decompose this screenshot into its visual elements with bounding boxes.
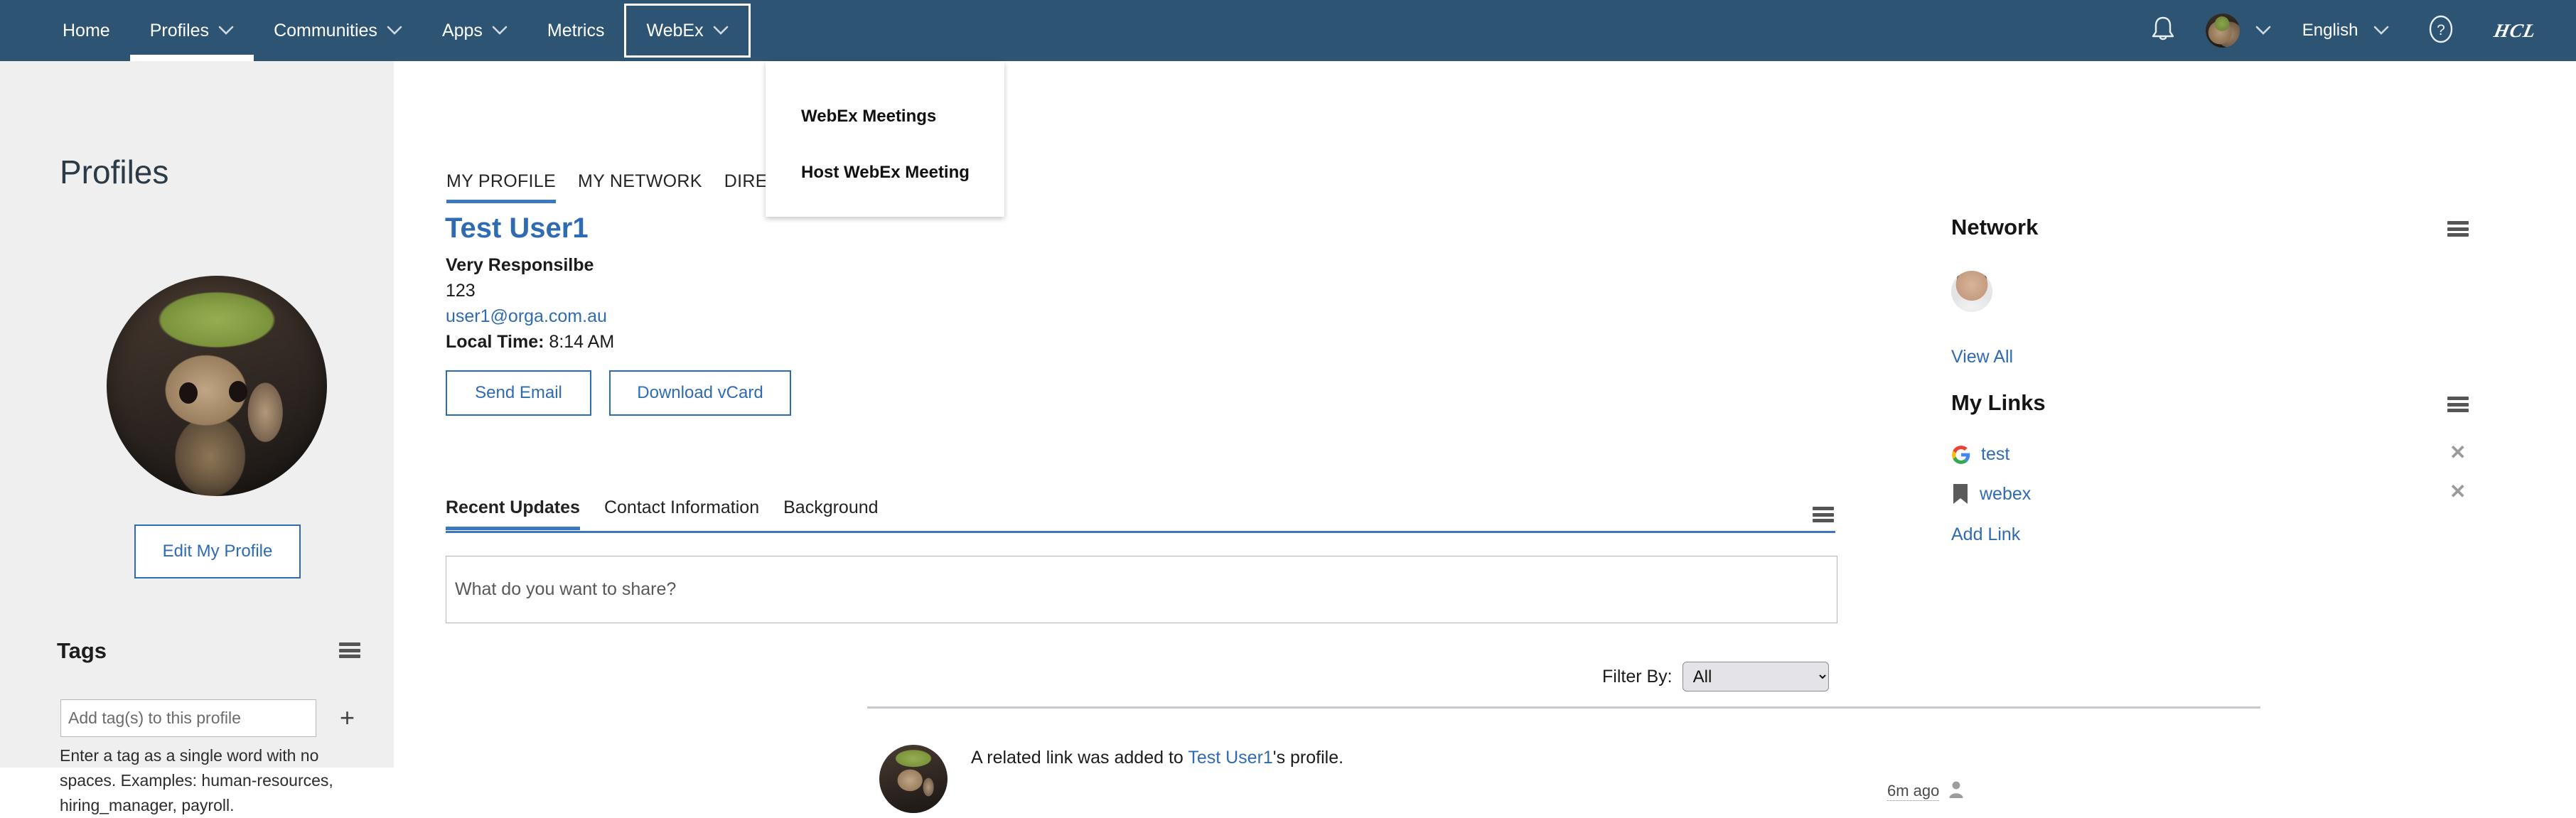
feed-text-after: 's profile.	[1272, 748, 1344, 768]
edit-my-profile-button[interactable]: Edit My Profile	[134, 524, 301, 578]
send-email-button[interactable]: Send Email	[446, 370, 591, 416]
nav-item-label: WebEx	[646, 20, 704, 41]
bookmark-icon	[1951, 483, 1970, 505]
chevron-down-icon	[387, 26, 402, 36]
nav-item-home[interactable]: Home	[43, 0, 130, 61]
nav-item-label: Apps	[441, 20, 483, 41]
top-navigation-bar: Home Profiles Communities Apps Metrics W…	[0, 0, 2576, 61]
user-avatar	[2205, 14, 2240, 48]
chevron-down-icon	[713, 26, 729, 36]
nav-utility-items: English ? HCL	[2133, 0, 2539, 61]
language-selector[interactable]: English	[2284, 21, 2408, 41]
link-item-webex[interactable]: webex	[1951, 483, 2031, 505]
hcl-logo: HCL	[2492, 19, 2539, 41]
chevron-down-icon	[2255, 26, 2271, 36]
left-sidebar: Profiles Edit My Profile Tags + Enter a …	[0, 61, 394, 814]
menu-item-webex-meetings[interactable]: WebEx Meetings	[766, 107, 936, 127]
sub-tabs-underline	[446, 531, 1835, 533]
profile-email[interactable]: user1@orga.com.au	[446, 306, 607, 327]
profile-sub-tabs: Recent Updates Contact Information Backg…	[446, 497, 879, 530]
primary-nav-items: Home Profiles Communities Apps Metrics W…	[43, 0, 751, 61]
nav-item-communities[interactable]: Communities	[254, 0, 422, 61]
tab-my-profile[interactable]: MY PROFILE	[446, 171, 556, 203]
hamburger-icon	[339, 642, 360, 658]
hamburger-icon	[2447, 397, 2469, 412]
webex-dropdown-menu: WebEx Meetings Host WebEx Meeting	[766, 61, 1004, 217]
feed-profile-link[interactable]: Test User1	[1188, 748, 1272, 768]
profile-phone: 123	[446, 281, 476, 301]
tab-my-network[interactable]: MY NETWORK	[578, 171, 702, 203]
close-icon: ✕	[2449, 441, 2467, 463]
link-label[interactable]: webex	[1980, 484, 2031, 505]
add-link-button[interactable]: Add Link	[1951, 524, 2020, 545]
subtab-background[interactable]: Background	[783, 497, 878, 530]
tags-menu-button[interactable]	[339, 642, 360, 658]
tags-hint-text: Enter a tag as a single word with no spa…	[60, 746, 333, 814]
menu-item-host-webex-meeting[interactable]: Host WebEx Meeting	[766, 163, 970, 183]
notifications-button[interactable]	[2133, 15, 2193, 47]
feed-item-meta: 6m ago	[1887, 780, 1965, 802]
profile-photo	[107, 276, 327, 496]
local-time-value: 8:14 AM	[549, 332, 615, 352]
nav-item-label: Profiles	[149, 20, 210, 41]
svg-text:?: ?	[2437, 22, 2446, 38]
feed-item-text: A related link was added to Test User1's…	[971, 748, 1343, 768]
profile-name[interactable]: Test User1	[445, 212, 589, 244]
help-button[interactable]: ?	[2408, 13, 2474, 49]
share-input[interactable]	[446, 556, 1837, 623]
plus-icon: +	[340, 703, 355, 732]
add-tag-input[interactable]	[60, 699, 316, 737]
nav-item-label: Communities	[274, 20, 377, 41]
close-icon: ✕	[2449, 480, 2467, 502]
hamburger-icon	[2447, 221, 2469, 237]
subtab-recent-updates[interactable]: Recent Updates	[446, 497, 580, 530]
remove-link-webex-button[interactable]: ✕	[2449, 480, 2466, 503]
local-time-label: Local Time:	[446, 332, 544, 352]
view-all-network-link[interactable]: View All	[1951, 347, 2013, 367]
nav-item-label: Metrics	[547, 20, 605, 41]
remove-link-test-button[interactable]: ✕	[2449, 441, 2466, 464]
my-links-heading: My Links	[1951, 390, 2046, 415]
filter-control: Filter By: All	[1602, 662, 1829, 691]
network-menu-button[interactable]	[2447, 221, 2469, 237]
subtab-contact-information[interactable]: Contact Information	[604, 497, 759, 530]
page-title: Profiles	[60, 154, 169, 190]
nav-item-metrics[interactable]: Metrics	[527, 0, 625, 61]
language-label: English	[2302, 21, 2358, 40]
nav-item-apps[interactable]: Apps	[422, 0, 527, 61]
feed-divider	[867, 706, 2260, 709]
feed-item-timestamp[interactable]: 6m ago	[1887, 782, 1940, 801]
main-content: MY PROFILE MY NETWORK DIRECTORY Test Use…	[394, 61, 2576, 813]
profile-job-title: Very Responsilbe	[446, 255, 594, 275]
profile-local-time: Local Time: 8:14 AM	[446, 332, 614, 353]
download-vcard-button[interactable]: Download vCard	[609, 370, 791, 416]
nav-item-profiles[interactable]: Profiles	[129, 0, 254, 61]
bell-icon	[2150, 15, 2176, 47]
feed-item-avatar[interactable]	[879, 745, 948, 813]
add-tag-button[interactable]: +	[340, 701, 355, 735]
network-member-avatar[interactable]	[1951, 271, 1992, 312]
chevron-down-icon	[492, 26, 508, 36]
user-menu-button[interactable]	[2193, 14, 2284, 48]
google-icon	[1951, 445, 1971, 465]
nav-item-webex[interactable]: WebEx	[624, 4, 751, 58]
person-icon	[1948, 780, 1965, 802]
nav-item-label: Home	[63, 20, 110, 41]
chevron-down-icon	[2373, 26, 2389, 36]
hamburger-icon	[1813, 507, 1834, 522]
link-item-test[interactable]: test	[1951, 444, 2009, 465]
tags-heading: Tags	[57, 638, 107, 663]
link-label[interactable]: test	[1981, 444, 2009, 465]
chevron-down-icon	[218, 26, 234, 36]
sub-tabs-menu-button[interactable]	[1813, 507, 1834, 522]
help-question-icon: ?	[2426, 13, 2456, 49]
network-heading: Network	[1951, 215, 2039, 240]
filter-select[interactable]: All	[1682, 662, 1829, 691]
filter-label: Filter By:	[1602, 666, 1673, 687]
feed-text-before: A related link was added to	[971, 748, 1188, 768]
my-links-menu-button[interactable]	[2447, 397, 2469, 412]
